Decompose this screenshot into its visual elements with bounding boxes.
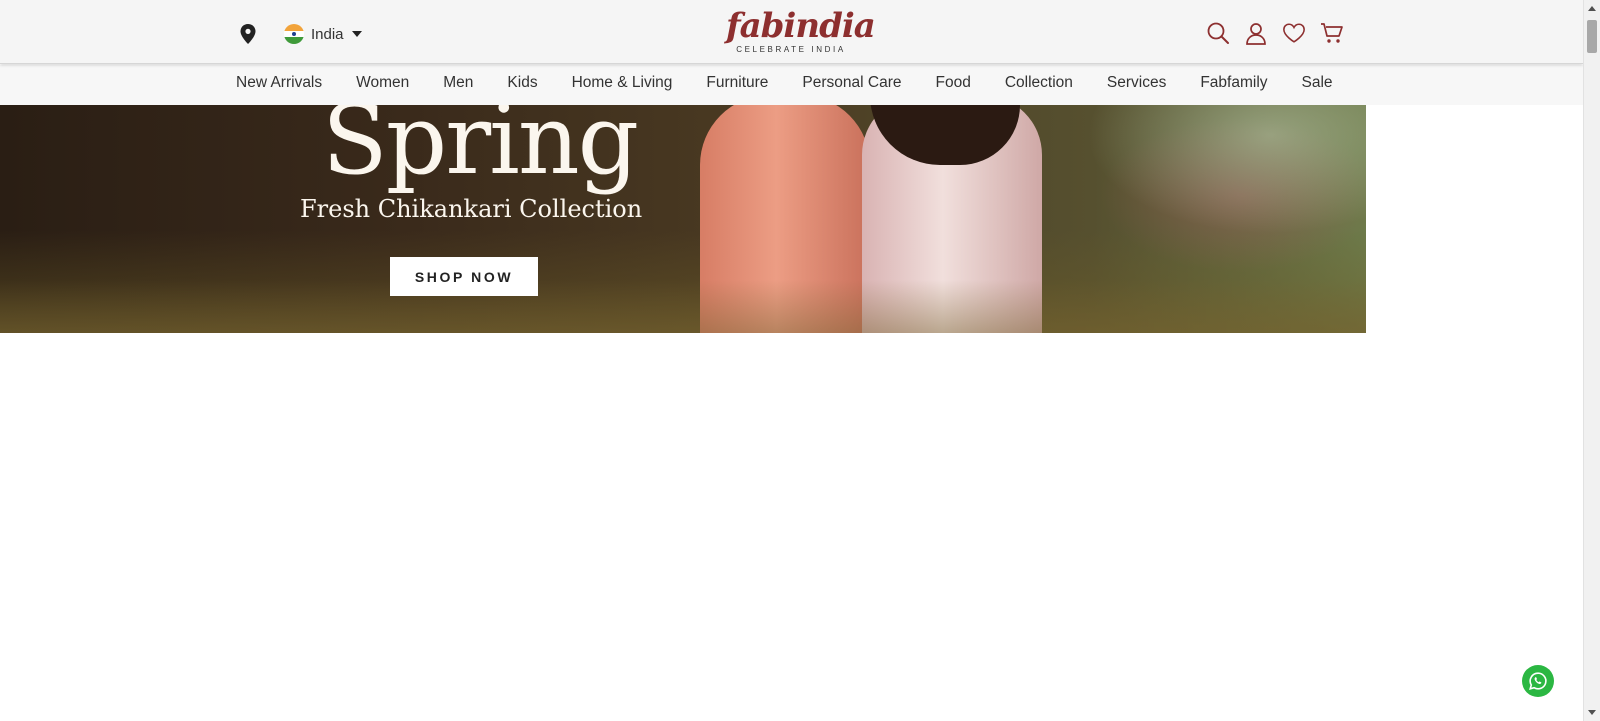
hero-subtitle: Fresh Chikankari Collection bbox=[300, 195, 643, 223]
heart-icon[interactable] bbox=[1282, 20, 1306, 46]
logo-wordmark: fabindia bbox=[726, 6, 876, 46]
nav-item-furniture[interactable]: Furniture bbox=[706, 74, 768, 92]
scrollbar-thumb[interactable] bbox=[1587, 20, 1597, 53]
vertical-scrollbar[interactable] bbox=[1583, 0, 1600, 721]
fabindia-logo[interactable]: fabindia CELEBRATE INDIA bbox=[726, 6, 876, 58]
whatsapp-icon[interactable] bbox=[1522, 665, 1554, 697]
logo-tagline: CELEBRATE INDIA bbox=[736, 45, 846, 54]
india-flag-icon bbox=[284, 24, 304, 44]
hero-banner[interactable]: Spring Fresh Chikankari Collection SHOP … bbox=[0, 105, 1366, 333]
nav-item-services[interactable]: Services bbox=[1107, 74, 1166, 92]
nav-item-kids[interactable]: Kids bbox=[507, 74, 537, 92]
nav-item-home-living[interactable]: Home & Living bbox=[572, 74, 673, 92]
hero-foreground-grass bbox=[0, 280, 1366, 333]
main-nav: New Arrivals Women Men Kids Home & Livin… bbox=[0, 65, 1583, 105]
hero-title: Spring bbox=[322, 105, 639, 196]
chevron-down-icon bbox=[351, 31, 362, 37]
nav-item-women[interactable]: Women bbox=[356, 74, 409, 92]
nav-item-sale[interactable]: Sale bbox=[1302, 74, 1333, 92]
user-icon[interactable] bbox=[1244, 20, 1268, 46]
cart-icon[interactable] bbox=[1320, 20, 1344, 46]
nav-item-food[interactable]: Food bbox=[935, 74, 970, 92]
country-selector[interactable]: India bbox=[284, 22, 362, 46]
nav-item-collection[interactable]: Collection bbox=[1005, 74, 1073, 92]
header-actions bbox=[1206, 20, 1344, 46]
nav-item-fabfamily[interactable]: Fabfamily bbox=[1200, 74, 1267, 92]
top-header: India fabindia CELEBRATE INDIA bbox=[0, 0, 1583, 64]
nav-item-personal-care[interactable]: Personal Care bbox=[802, 74, 901, 92]
scroll-down-arrow-icon[interactable] bbox=[1588, 710, 1596, 715]
scroll-up-arrow-icon[interactable] bbox=[1588, 6, 1596, 11]
country-name: India bbox=[311, 25, 344, 43]
nav-list: New Arrivals Women Men Kids Home & Livin… bbox=[236, 74, 1333, 92]
shop-now-button[interactable]: SHOP NOW bbox=[390, 257, 538, 296]
nav-item-new-arrivals[interactable]: New Arrivals bbox=[236, 74, 322, 92]
nav-item-men[interactable]: Men bbox=[443, 74, 473, 92]
search-icon[interactable] bbox=[1206, 20, 1230, 46]
page: India fabindia CELEBRATE INDIA New Arriv… bbox=[0, 0, 1583, 721]
map-pin-icon[interactable] bbox=[240, 24, 256, 44]
